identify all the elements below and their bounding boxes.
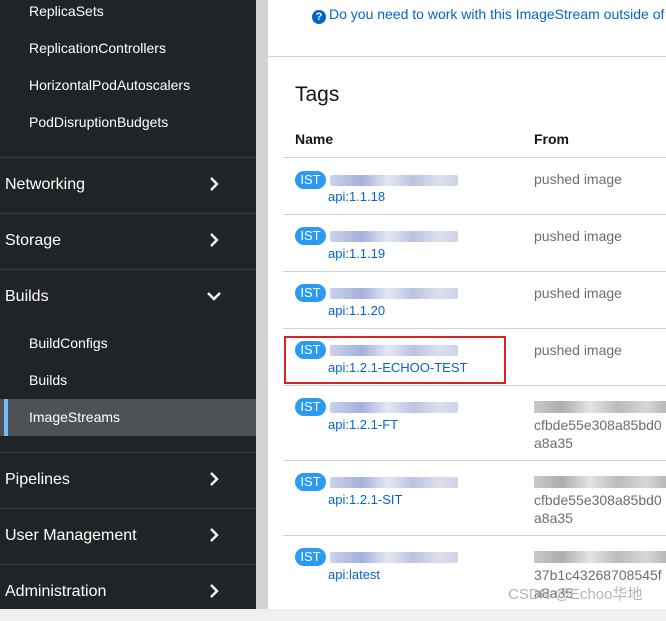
from-value: pushed image [534, 285, 622, 301]
table-row: IST api:1.2.1-SIT cfbde55e308a85bd0 a8a3… [283, 460, 666, 536]
sidebar-section-user-management[interactable]: User Management [0, 508, 256, 565]
from-value-line1: cfbde55e308a85bd0 [534, 417, 662, 433]
from-value-line2: a8a35 [534, 435, 573, 451]
tag-link[interactable]: api:latest [328, 567, 380, 582]
watermark: CSDN @Echoo华地 [508, 586, 643, 603]
sidebar-section-pipelines[interactable]: Pipelines [0, 452, 256, 509]
question-circle-icon: ? [312, 10, 326, 24]
from-value: pushed image [534, 342, 622, 358]
redacted-name [330, 175, 458, 186]
sidebar-item-label: BuildConfigs [29, 335, 108, 351]
sidebar-item-label: ReplicationControllers [29, 40, 166, 56]
from-value: pushed image [534, 171, 622, 187]
divider [268, 56, 666, 57]
chevron-right-icon [210, 472, 219, 486]
chevron-right-icon [210, 233, 219, 247]
tag-link[interactable]: api:1.2.1-SIT [328, 492, 402, 507]
redacted-from [534, 401, 666, 413]
sidebar-section-label: Networking [5, 176, 86, 193]
sidebar-section-label: Administration [5, 583, 107, 600]
sidebar-item-label: ReplicaSets [29, 3, 104, 19]
redacted-from [534, 476, 666, 488]
from-value-line1: 37b1c43268708545f [534, 567, 662, 583]
tag-link[interactable]: api:1.1.18 [328, 189, 385, 204]
column-header-name[interactable]: Name [295, 131, 333, 147]
column-header-from[interactable]: From [534, 131, 569, 147]
section-title: Tags [295, 83, 340, 106]
sidebar-section-administration[interactable]: Administration [0, 564, 256, 621]
sidebar-item-replicationcontrollers[interactable]: ReplicationControllers [0, 30, 256, 67]
table-row: IST api:1.1.20 pushed image [283, 271, 666, 329]
chevron-down-icon [207, 292, 221, 301]
table-row: IST api:1.2.1-FT cfbde55e308a85bd0 a8a35 [283, 385, 666, 461]
redacted-name [330, 552, 458, 563]
ist-badge: IST [295, 171, 326, 189]
from-value: pushed image [534, 228, 622, 244]
tag-link[interactable]: api:1.2.1-FT [328, 417, 398, 432]
table-row: IST api:1.1.18 pushed image [283, 157, 666, 215]
sidebar-section-builds[interactable]: Builds [0, 269, 256, 326]
sidebar-section-label: Storage [5, 232, 62, 249]
sidebar-item-label: Builds [29, 372, 68, 388]
redacted-from [534, 551, 666, 563]
sidebar-item-poddisruptionbudgets[interactable]: PodDisruptionBudgets [0, 104, 256, 141]
from-value-line2: a8a35 [534, 510, 573, 526]
redacted-name [330, 402, 458, 413]
sidebar-item-horizontalpodautoscalers[interactable]: HorizontalPodAutoscalers [0, 67, 256, 104]
tag-link[interactable]: api:1.1.20 [328, 303, 385, 318]
redacted-name [330, 477, 458, 488]
sidebar-item-buildconfigs[interactable]: BuildConfigs [0, 325, 256, 362]
sidebar-item-label: ImageStreams [29, 409, 121, 425]
sidebar-item-imagestreams[interactable]: ImageStreams [0, 399, 256, 436]
chevron-right-icon [210, 177, 219, 191]
ist-badge: IST [295, 284, 326, 302]
sidebar-section-networking[interactable]: Networking [0, 157, 256, 214]
from-value-line1: cfbde55e308a85bd0 [534, 492, 662, 508]
ist-badge: IST [295, 548, 326, 566]
sidebar-section-label: Builds [5, 288, 49, 305]
ist-badge: IST [295, 227, 326, 245]
redacted-name [330, 288, 458, 299]
chevron-right-icon [210, 528, 219, 542]
sidebar-item-label: HorizontalPodAutoscalers [29, 77, 191, 93]
sidebar-item-label: PodDisruptionBudgets [29, 114, 169, 130]
ist-badge: IST [295, 398, 326, 416]
help-banner-link[interactable]: ? Do you need to work with this ImageStre… [312, 6, 664, 24]
sidebar-nav: ReplicaSets ReplicationControllers Horiz… [0, 0, 256, 609]
chevron-right-icon [210, 584, 219, 598]
redacted-name [330, 231, 458, 242]
scroll-gutter [256, 0, 268, 609]
help-banner-text: Do you need to work with this ImageStrea… [329, 6, 665, 22]
table-row: IST api:1.1.19 pushed image [283, 214, 666, 272]
sidebar-section-label: User Management [5, 527, 137, 544]
ist-badge: IST [295, 473, 326, 491]
active-indicator [4, 399, 8, 436]
sidebar-section-label: Pipelines [5, 471, 70, 488]
sidebar-item-replicasets[interactable]: ReplicaSets [0, 0, 256, 30]
tag-link[interactable]: api:1.1.19 [328, 246, 385, 261]
sidebar-section-storage[interactable]: Storage [0, 213, 256, 270]
highlight-box [284, 336, 506, 384]
sidebar-item-builds[interactable]: Builds [0, 362, 256, 399]
